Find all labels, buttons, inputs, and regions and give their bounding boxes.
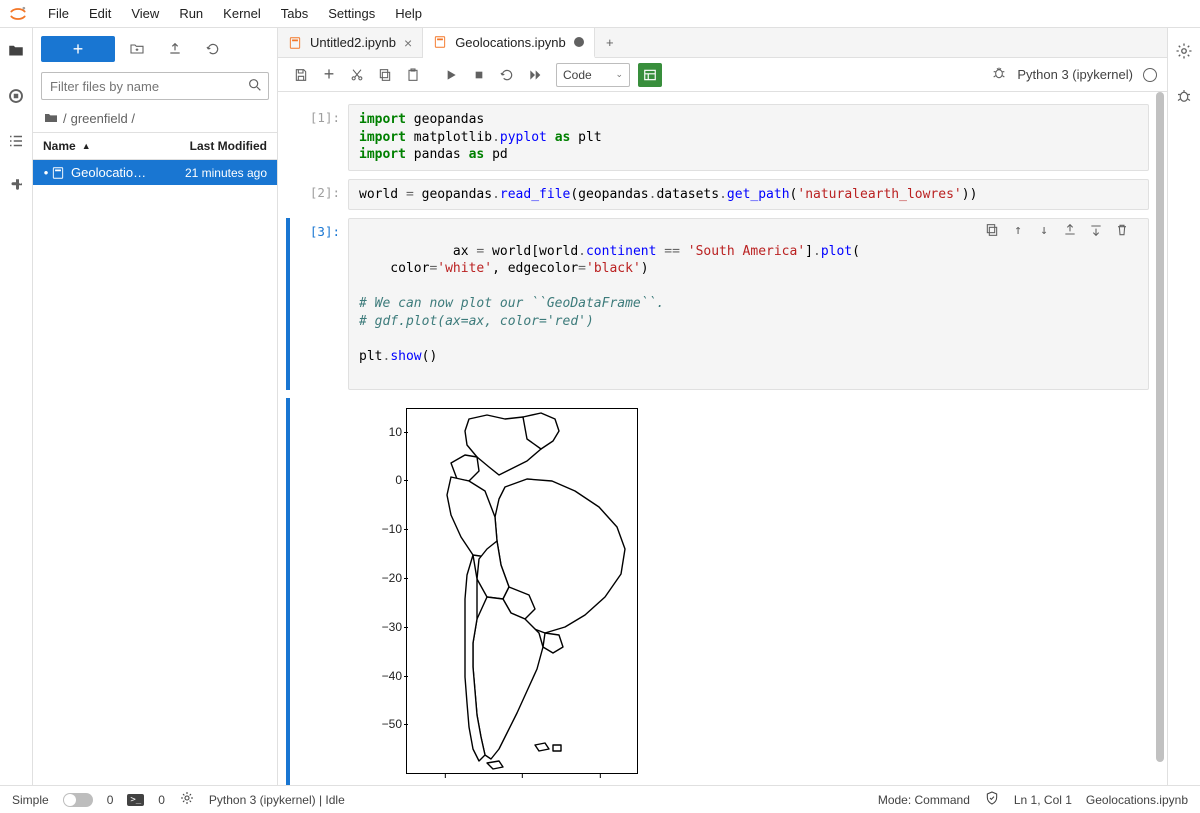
cursor-position[interactable]: Ln 1, Col 1 [1014,793,1072,807]
kernel-status[interactable]: Python 3 (ipykernel) | Idle [209,793,345,807]
map-south-america [407,409,639,775]
code-editor[interactable]: ax = world[world.continent == 'South Ame… [348,218,1149,390]
restart-button[interactable] [494,62,520,88]
move-down-button[interactable]: ↓ [1036,222,1052,244]
cell-output: 100−10−20−30−40−50−80−60−40 [286,398,1149,785]
refresh-button[interactable] [197,36,229,62]
matplotlib-plot: 100−10−20−30−40−50−80−60−40 [354,402,644,785]
file-modified: 21 minutes ago [157,166,267,180]
dirty-indicator-icon: • [43,165,49,180]
code-cell[interactable]: [1]: import geopandas import matplotlib.… [286,104,1149,171]
jupyter-logo-icon [8,4,28,24]
render-side-by-side-button[interactable] [638,63,662,87]
duplicate-cell-button[interactable] [984,222,1000,244]
right-sidebar [1167,28,1200,785]
lsp-status-icon[interactable] [179,790,195,809]
save-button[interactable] [288,62,314,88]
breadcrumb-path[interactable]: greenfield / [71,111,135,126]
simple-mode-toggle[interactable] [63,793,93,807]
folder-icon[interactable] [7,42,25,63]
insert-cell-button[interactable]: + [316,62,342,88]
tab-label: Geolocations.ipynb [455,35,566,50]
terminal-icon[interactable]: >_ [127,794,144,806]
trusted-icon[interactable] [984,790,1000,809]
folder-icon [43,110,59,126]
notebook-icon [51,166,65,180]
toc-icon[interactable] [7,132,25,153]
code-editor[interactable]: import geopandas import matplotlib.pyplo… [348,104,1149,171]
extensions-icon[interactable] [7,177,25,198]
menu-kernel[interactable]: Kernel [213,2,271,25]
dirty-indicator-icon [574,37,584,47]
status-bar: Simple 0 >_ 0 Python 3 (ipykernel) | Idl… [0,785,1200,813]
col-name[interactable]: Name▲ [33,133,162,159]
breadcrumb[interactable]: / greenfield / [33,104,277,132]
menu-edit[interactable]: Edit [79,2,121,25]
cell-prompt: [2]: [292,179,348,211]
cell-prompt: [3]: [292,218,348,390]
interrupt-button[interactable] [466,62,492,88]
terminal-count[interactable]: 0 [158,793,165,807]
tab-count[interactable]: 0 [107,793,114,807]
menubar: FileEditViewRunKernelTabsSettingsHelp [0,0,1200,28]
search-icon [247,77,263,96]
breadcrumb-root[interactable]: / [63,111,67,126]
menu-run[interactable]: Run [169,2,213,25]
property-inspector-icon[interactable] [1175,42,1193,63]
notebook-toolbar: + Code⌄ Python 3 (ipykernel) [278,58,1167,92]
cut-button[interactable] [344,62,370,88]
simple-mode-label: Simple [12,793,49,807]
file-list-header: Name▲ Last Modified [33,132,277,160]
notebook-icon [288,36,302,50]
file-filter-input[interactable] [41,72,269,100]
running-icon[interactable] [7,87,25,108]
menu-view[interactable]: View [121,2,169,25]
tab-label: Untitled2.ipynb [310,35,396,50]
move-up-button[interactable]: ↑ [1010,222,1026,244]
new-tab-button[interactable]: + [595,28,625,57]
cell-toolbar: ↑ ↓ [984,222,1130,244]
menu-file[interactable]: File [38,2,79,25]
mode-indicator[interactable]: Mode: Command [878,793,970,807]
close-tab-button[interactable]: × [404,35,412,51]
paste-button[interactable] [400,62,426,88]
code-cell[interactable]: [2]: world = geopandas.read_file(geopand… [286,179,1149,211]
delete-cell-button[interactable] [1114,222,1130,244]
copy-button[interactable] [372,62,398,88]
file-name: Geolocatio… [71,165,157,180]
menu-tabs[interactable]: Tabs [271,2,318,25]
activity-bar [0,28,33,785]
document-name[interactable]: Geolocations.ipynb [1086,793,1188,807]
tab-geolocations[interactable]: Geolocations.ipynb [423,28,595,58]
kernel-name[interactable]: Python 3 (ipykernel) [1017,67,1133,82]
kernel-status-icon[interactable] [1143,68,1157,82]
restart-run-all-button[interactable] [522,62,548,88]
insert-below-button[interactable] [1088,222,1104,244]
notebook-body[interactable]: [1]: import geopandas import matplotlib.… [278,92,1167,785]
code-editor[interactable]: world = geopandas.read_file(geopandas.da… [348,179,1149,211]
cell-prompt: [1]: [292,104,348,171]
notebook-icon [433,35,447,49]
menu-help[interactable]: Help [385,2,432,25]
menu-settings[interactable]: Settings [318,2,385,25]
scrollbar[interactable] [1155,92,1165,785]
col-modified[interactable]: Last Modified [162,133,277,159]
cell-type-select[interactable]: Code⌄ [556,63,630,87]
new-folder-button[interactable] [121,36,153,62]
code-cell[interactable]: [3]: ax = world[world.continent == 'Sout… [286,218,1149,390]
debugger-icon[interactable] [991,65,1007,84]
new-launcher-button[interactable]: + [41,36,115,62]
insert-above-button[interactable] [1062,222,1078,244]
file-browser: + / greenfield / Name▲ Last Modified • G… [33,28,278,785]
debugger-panel-icon[interactable] [1175,87,1193,108]
tab-bar: Untitled2.ipynb × Geolocations.ipynb + [278,28,1167,58]
file-filter [41,72,269,100]
run-button[interactable] [438,62,464,88]
tab-untitled2[interactable]: Untitled2.ipynb × [278,28,423,57]
upload-button[interactable] [159,36,191,62]
file-row[interactable]: • Geolocatio… 21 minutes ago [33,160,277,185]
